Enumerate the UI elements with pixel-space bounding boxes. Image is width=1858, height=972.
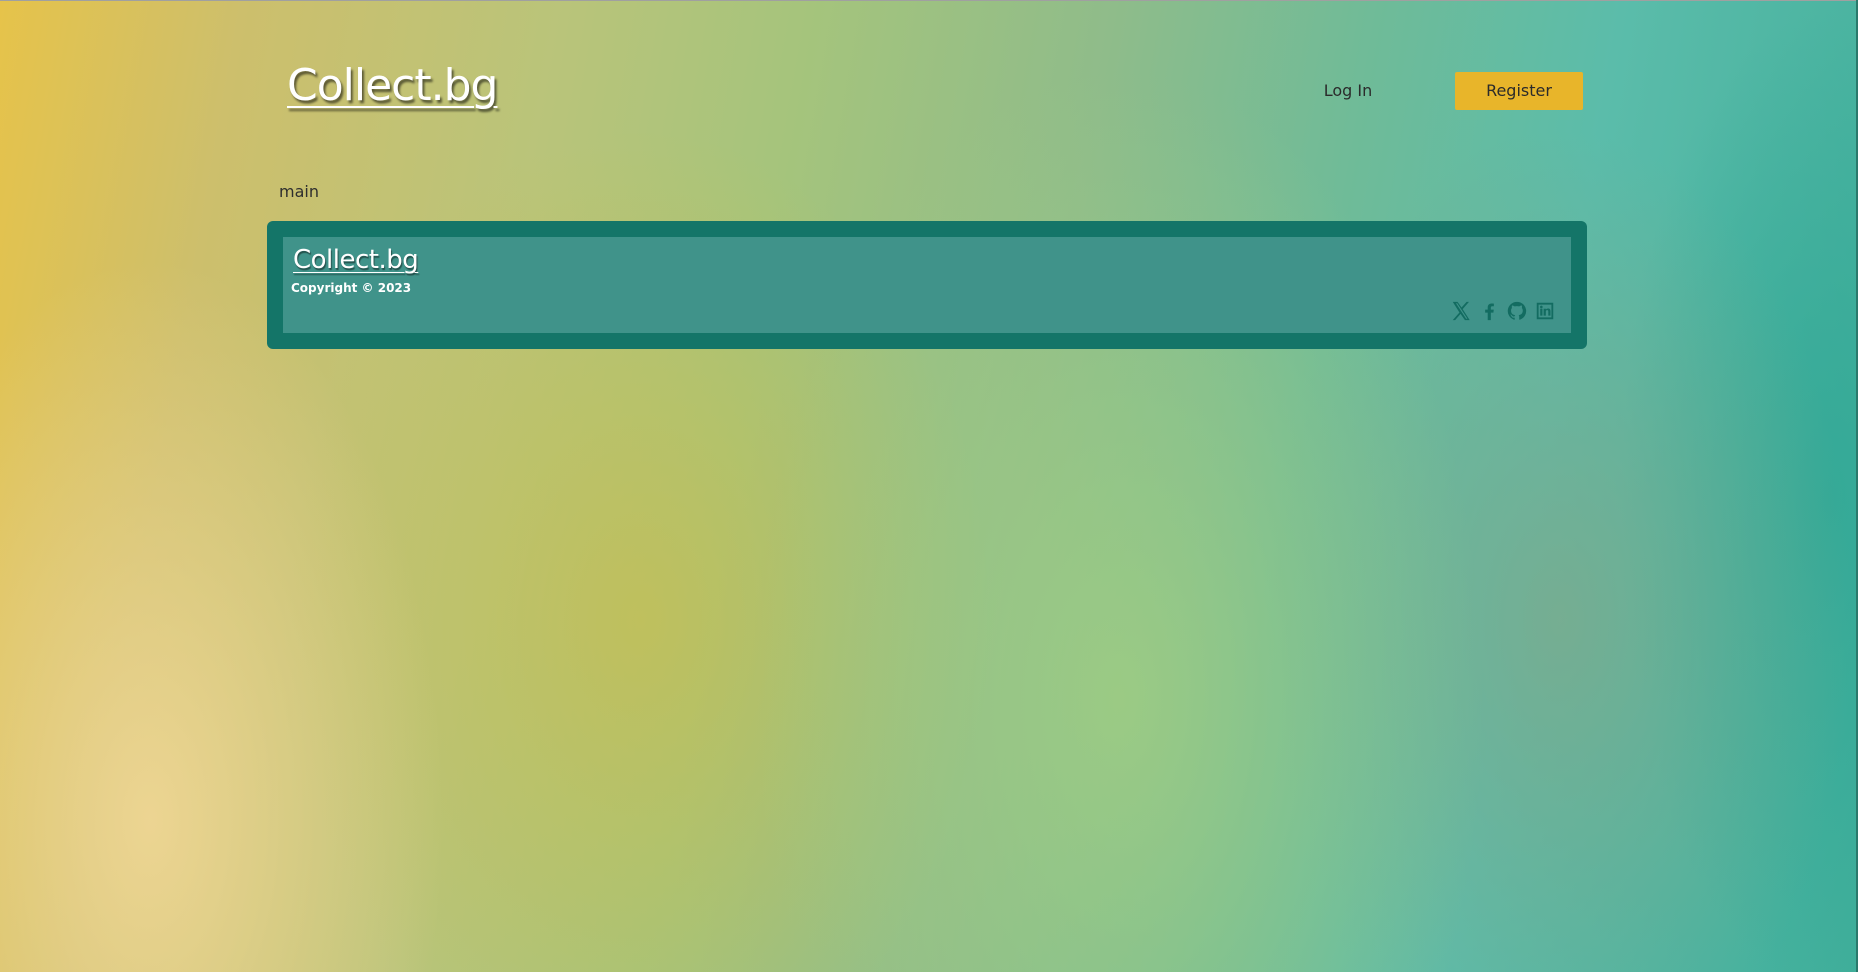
log-in-link[interactable]: Log In xyxy=(1303,72,1393,110)
footer-logo-link[interactable]: Collect.bg xyxy=(293,245,419,275)
footer-panel: Collect.bg Copyright © 2023 xyxy=(283,237,1571,333)
copyright-text: Copyright © 2023 xyxy=(291,281,412,295)
register-button[interactable]: Register xyxy=(1455,72,1583,110)
linkedin-icon[interactable] xyxy=(1533,299,1557,323)
x-icon[interactable] xyxy=(1449,299,1473,323)
site-logo-link[interactable]: Collect.bg xyxy=(287,60,498,111)
main-content-label: main xyxy=(279,182,319,201)
facebook-icon[interactable] xyxy=(1477,299,1501,323)
site-footer: Collect.bg Copyright © 2023 xyxy=(267,221,1587,349)
social-links xyxy=(1449,299,1557,323)
github-icon[interactable] xyxy=(1505,299,1529,323)
site-header: Collect.bg Log In Register xyxy=(0,0,1858,150)
